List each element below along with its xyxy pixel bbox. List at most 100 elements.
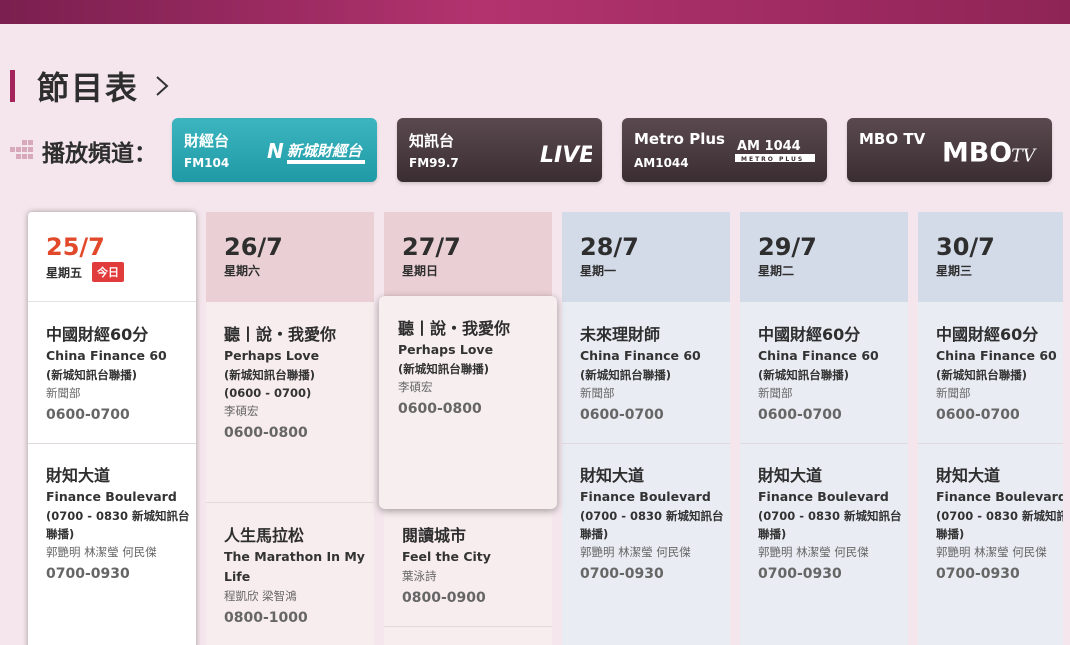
program-host: 李碩宏	[398, 380, 433, 394]
mbo-tv-logo-icon: MBO TV	[942, 134, 1042, 168]
channel-freq: AM1044	[634, 156, 689, 170]
day-column: 28/7 星期一 未來理財師 China Finance 60 (新城知訊台聯播…	[562, 212, 730, 645]
top-banner	[0, 0, 1070, 24]
program-time: 0700-0930	[46, 566, 130, 582]
day-weekday: 星期二	[758, 264, 795, 278]
today-badge: 今日	[92, 262, 125, 282]
program-title: 未來理財師	[580, 325, 661, 344]
channel-label-text: 播放頻道：	[42, 141, 157, 167]
day-column-today: 25/7 星期五 今日 中國財經60分 China Finance 60 (新城…	[28, 212, 196, 645]
channel-tab-mbo-tv[interactable]: MBO TV MBO TV	[847, 118, 1052, 182]
program-time: 0600-0700	[46, 407, 130, 423]
channel-name: 財經台	[184, 132, 230, 150]
day-weekday: 星期一	[580, 264, 617, 278]
program-english: China Finance 60	[758, 348, 879, 363]
program-english: Perhaps Love	[398, 342, 494, 357]
program-time: 0700-0930	[758, 566, 842, 582]
program-time: 0600-0800	[224, 425, 308, 441]
program-host: 新聞部	[936, 386, 971, 400]
day-weekday: 星期五 今日	[46, 262, 196, 282]
divider	[740, 443, 908, 444]
channel-tab-knowledge[interactable]: 知訊台 FM99.7 LIVE!	[397, 118, 602, 182]
program-note: (新城知訊台聯播)	[758, 368, 850, 382]
program-item[interactable]: 財知大道 Finance Boulevard (0700 - 0830 新城知訊…	[740, 451, 908, 585]
program-english: China Finance 60	[580, 348, 701, 363]
program-hover-card[interactable]: 聽丨說・我愛你 Perhaps Love (新城知訊台聯播) 李碩宏 0600-…	[379, 296, 557, 509]
day-column: 30/7 星期三 中國財經60分 China Finance 60 (新城知訊台…	[918, 212, 1063, 645]
program-item[interactable]: 財知大道 Finance Boulevard (0700 - 0830 新城知訊…	[562, 451, 730, 585]
channel-tab-metro-plus[interactable]: Metro Plus AM1044 AM 1044 METRO PLUS	[622, 118, 827, 182]
program-item[interactable]: 聽丨說・我愛你 Perhaps Love (新城知訊台聯播) (0600 - 0…	[206, 310, 374, 444]
program-title: 財知大道	[46, 466, 111, 485]
divider	[918, 443, 1063, 444]
program-note: (新城知訊台聯播)	[46, 368, 138, 382]
day-weekday: 星期六	[224, 264, 261, 278]
channel-name: MBO TV	[859, 130, 926, 148]
program-time: 0600-0700	[580, 407, 664, 423]
program-host: 新聞部	[46, 386, 81, 400]
program-english: Finance Boulevard	[46, 489, 177, 504]
program-note: (新城知訊台聯播)	[224, 368, 316, 382]
program-time: 0800-0900	[402, 590, 486, 606]
live-logo-icon: LIVE!	[492, 134, 592, 168]
program-title: 中國財經60分	[936, 325, 1039, 344]
svg-text:MBO: MBO	[942, 138, 1012, 168]
program-note: (0700 - 0830 新城知訊台聯播)	[580, 509, 724, 541]
program-item[interactable]: 人生馬拉松 The Marathon In My Life 程凱欣 梁智鴻 08…	[206, 511, 374, 629]
program-item[interactable]: 財知大道 Finance Boulevard (0700 - 0830 新城知訊…	[918, 451, 1063, 585]
day-date: 26/7	[224, 233, 283, 261]
svg-text:N: N	[267, 139, 284, 163]
program-item[interactable]: 中國財經60分 China Finance 60 (新城知訊台聯播) 新聞部 0…	[918, 310, 1063, 426]
day-column: 26/7 星期六 聽丨說・我愛你 Perhaps Love (新城知訊台聯播) …	[206, 212, 374, 645]
channel-tab-finance[interactable]: 財經台 FM104 N 新城財經台	[172, 118, 377, 182]
day-header: 28/7 星期一	[562, 212, 730, 302]
program-title: 閱讀城市	[402, 526, 467, 545]
day-header: 29/7 星期二	[740, 212, 908, 302]
program-host: 新聞部	[580, 386, 615, 400]
program-english: The Marathon In My Life	[224, 549, 365, 584]
program-english: China Finance 60	[936, 348, 1057, 363]
program-host: 程凱欣 梁智鴻	[224, 589, 297, 603]
am1044-logo-icon: AM 1044 METRO PLUS	[717, 134, 817, 168]
chevron-right-icon[interactable]	[149, 73, 175, 99]
svg-text:LIVE!: LIVE!	[540, 143, 592, 168]
divider	[28, 443, 196, 444]
program-note: (新城知訊台聯播)	[398, 362, 490, 376]
day-header: 27/7 星期日	[384, 212, 552, 302]
program-note-2: (0600 - 0700)	[224, 386, 312, 400]
program-note: (新城知訊台聯播)	[580, 368, 672, 382]
program-english: Finance Boulevard	[758, 489, 889, 504]
program-note: (0700 - 0830 新城知訊台聯播)	[46, 509, 190, 541]
day-date: 29/7	[758, 233, 817, 261]
svg-text:TV: TV	[1011, 147, 1037, 167]
finance-logo-icon: N 新城財經台	[267, 134, 367, 168]
program-host: 郭艷明 林潔瑩 何民傑	[758, 545, 869, 559]
program-english: Finance Boulevard	[936, 489, 1063, 504]
program-english: China Finance 60	[46, 348, 167, 363]
svg-text:新城財經台: 新城財經台	[287, 142, 363, 160]
page-title: 節目表	[37, 69, 140, 107]
program-host: 李碩宏	[224, 404, 259, 418]
program-time: 0700-0930	[936, 566, 1020, 582]
program-title: 財知大道	[580, 466, 645, 485]
program-time: 0600-0700	[758, 407, 842, 423]
channel-name: 知訊台	[409, 132, 455, 150]
day-date: 25/7	[46, 233, 105, 261]
program-item[interactable]: 閱讀城市 Feel the City 葉泳詩 0800-0900	[384, 511, 552, 609]
day-column: 29/7 星期二 中國財經60分 China Finance 60 (新城知訊台…	[740, 212, 908, 645]
program-note: (0700 - 0830 新城知訊台聯播)	[758, 509, 902, 541]
channel-tabs: 財經台 FM104 N 新城財經台 知訊台 FM99.7 LIVE! Metro…	[172, 118, 1052, 182]
program-note: (新城知訊台聯播)	[936, 368, 1028, 382]
program-item[interactable]: 未來理財師 China Finance 60 (新城知訊台聯播) 新聞部 060…	[562, 310, 730, 426]
program-item[interactable]: 中國財經60分 China Finance 60 (新城知訊台聯播) 新聞部 0…	[28, 310, 196, 426]
program-host: 葉泳詩	[402, 569, 437, 583]
program-item[interactable]: 財知大道 Finance Boulevard (0700 - 0830 新城知訊…	[28, 451, 196, 585]
day-weekday: 星期日	[402, 264, 439, 278]
divider	[562, 443, 730, 444]
schedule-heading: 節目表	[10, 66, 175, 107]
channel-label: 播放頻道：	[8, 134, 157, 168]
program-host: 郭艷明 林潔瑩 何民傑	[46, 545, 157, 559]
program-item[interactable]: 中國財經60分 China Finance 60 (新城知訊台聯播) 新聞部 0…	[740, 310, 908, 426]
svg-text:METRO PLUS: METRO PLUS	[741, 156, 804, 163]
program-host: 新聞部	[758, 386, 793, 400]
